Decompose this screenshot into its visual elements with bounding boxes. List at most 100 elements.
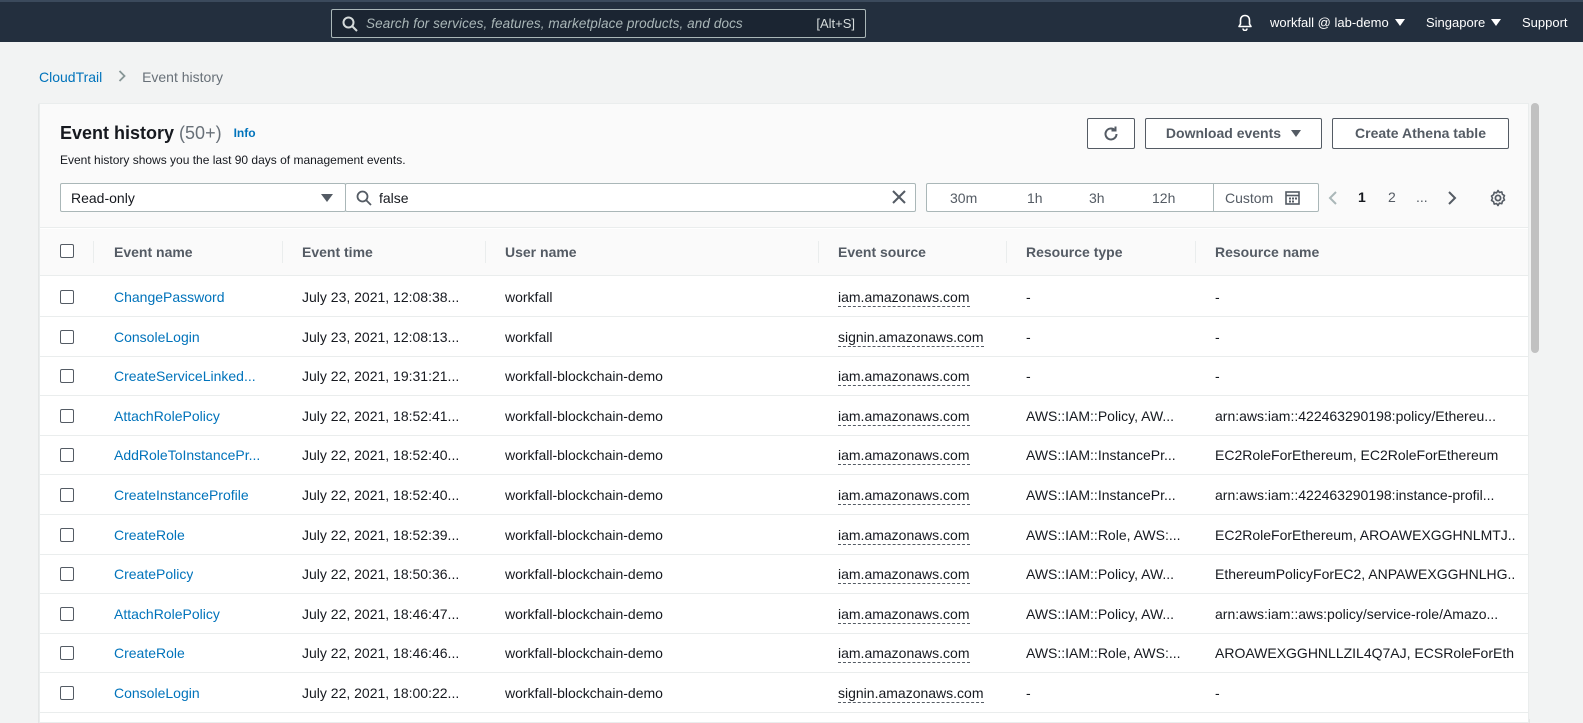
time-range-selector: 30m 1h 3h 12h Custom xyxy=(926,183,1319,212)
table-row[interactable]: AttachRolePolicy July 22, 2021, 18:52:41.… xyxy=(40,396,1528,436)
event-source[interactable]: iam.amazonaws.com xyxy=(838,645,970,664)
lookup-attribute-select[interactable]: Read-only xyxy=(60,183,346,212)
event-source[interactable]: iam.amazonaws.com xyxy=(838,289,970,307)
event-name-link[interactable]: CreateRole xyxy=(114,645,185,661)
event-name-link[interactable]: CreatePolicy xyxy=(114,566,193,582)
table-row[interactable]: ConsoleLogin July 23, 2021, 12:08:13... wo… xyxy=(40,317,1528,357)
event-time: July 23, 2021, 12:08:13... xyxy=(302,328,460,345)
page-scrollbar-thumb[interactable] xyxy=(1531,103,1539,353)
next-page-icon[interactable] xyxy=(1447,190,1457,206)
event-name-link[interactable]: ConsoleLogin xyxy=(114,685,200,701)
row-checkbox[interactable] xyxy=(60,408,74,423)
user-name: workfall-blockchain-demo xyxy=(505,605,663,622)
resource-name: EC2RoleForEthereum, AROAWEXGGHNLMTJ... xyxy=(1215,526,1515,543)
event-time: July 23, 2021, 12:08:38... xyxy=(302,289,460,305)
event-source[interactable]: iam.amazonaws.com xyxy=(838,368,970,387)
calendar-icon[interactable] xyxy=(1285,190,1300,205)
filter-value-input[interactable]: false xyxy=(345,183,916,212)
create-athena-table-button[interactable]: Create Athena table xyxy=(1332,118,1509,149)
event-name-link[interactable]: CreateRole xyxy=(114,527,185,543)
event-name-link[interactable]: AttachRolePolicy xyxy=(114,606,220,622)
column-header-resource-type[interactable]: Resource type xyxy=(1026,244,1122,260)
range-3h[interactable]: 3h xyxy=(1089,190,1105,206)
resource-name: - xyxy=(1215,368,1220,385)
column-header-event-source[interactable]: Event source xyxy=(838,244,926,260)
row-checkbox[interactable] xyxy=(60,329,74,344)
resource-type: - xyxy=(1026,685,1031,701)
table-row[interactable]: CreateRole July 22, 2021, 18:52:39... work… xyxy=(40,515,1528,555)
support-menu[interactable]: Support xyxy=(1522,15,1568,30)
resource-type: - xyxy=(1026,368,1031,385)
table-row[interactable]: ConsoleLogin July 22, 2021, 18:00:22... wo… xyxy=(40,673,1528,713)
range-30m[interactable]: 30m xyxy=(950,190,977,206)
page-1[interactable]: 1 xyxy=(1358,189,1366,205)
range-12h[interactable]: 12h xyxy=(1152,190,1175,206)
column-header-event-time[interactable]: Event time xyxy=(302,244,373,260)
refresh-button[interactable] xyxy=(1087,118,1135,149)
row-checkbox[interactable] xyxy=(60,686,74,700)
event-name-link[interactable]: ConsoleLogin xyxy=(114,329,200,345)
breadcrumb-cloudtrail-link[interactable]: CloudTrail xyxy=(39,69,102,85)
table-row[interactable]: CreatePolicy July 22, 2021, 18:50:36... wo… xyxy=(40,554,1528,595)
event-source[interactable]: iam.amazonaws.com xyxy=(838,606,970,624)
range-1h[interactable]: 1h xyxy=(1027,190,1043,206)
table-row[interactable]: CreateRole July 22, 2021, 18:46:46... work… xyxy=(40,633,1528,674)
download-events-button[interactable]: Download events xyxy=(1145,118,1322,149)
row-checkbox[interactable] xyxy=(60,567,74,582)
range-custom[interactable]: Custom xyxy=(1225,190,1273,206)
lookup-attribute-value: Read-only xyxy=(71,190,135,206)
event-source[interactable]: iam.amazonaws.com xyxy=(838,447,970,466)
table-row[interactable]: ChangePassword July 23, 2021, 12:08:38...… xyxy=(40,277,1528,317)
row-checkbox[interactable] xyxy=(60,527,74,542)
column-header-resource-name[interactable]: Resource name xyxy=(1215,244,1319,260)
column-divider xyxy=(1006,241,1007,263)
event-name-link[interactable]: CreateInstanceProfile xyxy=(114,487,249,503)
row-checkbox[interactable] xyxy=(60,488,74,502)
filter-value: false xyxy=(379,190,409,206)
event-name-link[interactable]: ChangePassword xyxy=(114,289,225,305)
row-checkbox[interactable] xyxy=(60,448,74,463)
event-name-link[interactable]: CreateServiceLinked... xyxy=(114,368,256,384)
user-name: workfall-blockchain-demo xyxy=(505,407,663,424)
event-source[interactable]: iam.amazonaws.com xyxy=(838,527,970,545)
caret-down-icon xyxy=(1394,19,1405,27)
breadcrumb-current: Event history xyxy=(142,69,223,85)
table-row[interactable]: AttachRolePolicy July 22, 2021, 18:46:47.… xyxy=(40,594,1528,634)
gear-icon[interactable] xyxy=(1489,189,1507,207)
event-source[interactable]: signin.amazonaws.com xyxy=(838,329,984,347)
table-row[interactable]: CreateServiceLinked... July 22, 2021, 19:… xyxy=(40,356,1528,397)
row-checkbox[interactable] xyxy=(60,369,74,384)
bell-icon[interactable] xyxy=(1237,14,1253,31)
user-name: workfall-blockchain-demo xyxy=(505,566,663,583)
resource-name: - xyxy=(1215,289,1220,305)
row-checkbox[interactable] xyxy=(60,606,74,621)
row-checkbox[interactable] xyxy=(60,290,74,304)
event-source[interactable]: iam.amazonaws.com xyxy=(838,487,970,505)
column-header-user-name[interactable]: User name xyxy=(505,244,577,260)
create-athena-table-label: Create Athena table xyxy=(1355,125,1486,141)
info-link[interactable]: Info xyxy=(234,126,256,140)
range-divider xyxy=(1213,184,1214,211)
event-name-link[interactable]: AttachRolePolicy xyxy=(114,408,220,424)
event-source[interactable]: iam.amazonaws.com xyxy=(838,408,970,426)
top-navigation-bar: Search for services, features, marketpla… xyxy=(0,0,1583,42)
table-row[interactable]: CreateInstanceProfile July 22, 2021, 18:5… xyxy=(40,475,1528,515)
clear-filter-icon[interactable] xyxy=(891,189,907,205)
account-menu[interactable]: workfall @ lab-demo xyxy=(1270,15,1405,30)
resource-name: - xyxy=(1215,328,1220,345)
page-2[interactable]: 2 xyxy=(1388,189,1396,205)
previous-page-icon[interactable] xyxy=(1328,190,1338,206)
event-source[interactable]: signin.amazonaws.com xyxy=(838,685,984,703)
event-count: (50+) xyxy=(179,123,222,143)
event-source[interactable]: iam.amazonaws.com xyxy=(838,566,970,585)
select-all-checkbox[interactable] xyxy=(60,244,74,258)
global-search-input[interactable]: Search for services, features, marketpla… xyxy=(331,9,866,38)
user-name: workfall xyxy=(505,328,553,345)
column-divider xyxy=(818,241,819,263)
table-row[interactable]: AddRoleToInstancePr... July 22, 2021, 18:… xyxy=(40,435,1528,476)
row-checkbox[interactable] xyxy=(60,646,74,661)
region-menu[interactable]: Singapore xyxy=(1426,15,1502,30)
event-time: July 22, 2021, 18:46:47... xyxy=(302,605,460,622)
column-header-event-name[interactable]: Event name xyxy=(114,244,193,260)
event-name-link[interactable]: AddRoleToInstancePr... xyxy=(114,447,260,463)
